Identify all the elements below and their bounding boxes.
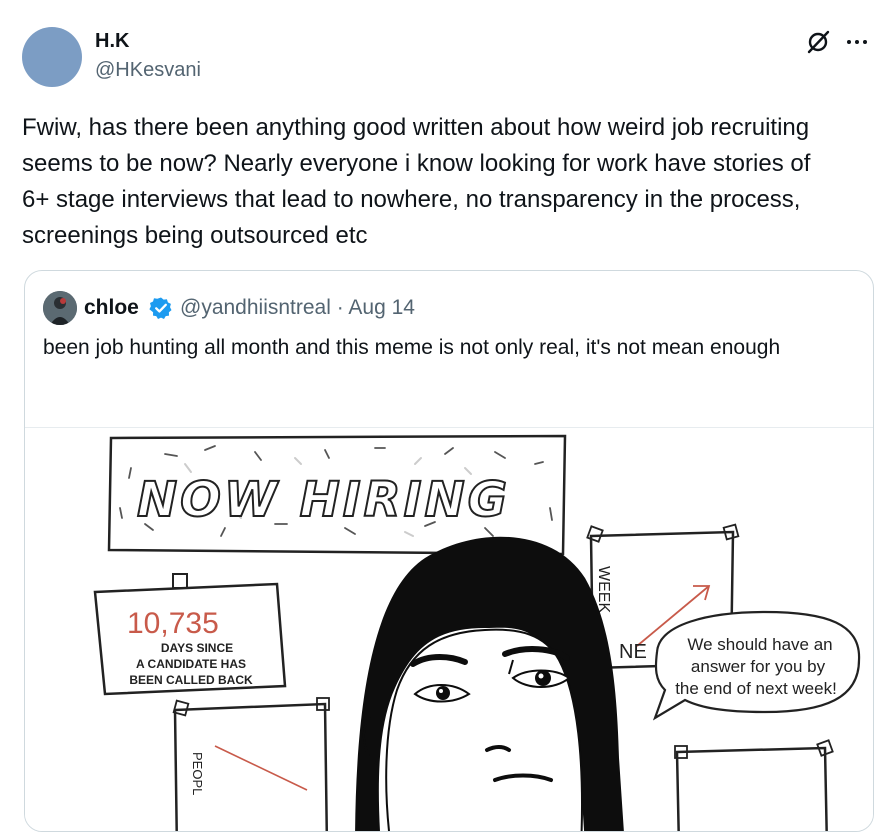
quote-author-name[interactable]: chloe	[84, 295, 139, 321]
svg-text:We should have an: We should have an	[687, 635, 832, 654]
meme-image[interactable]: NOW HIRING 10,735 DAYS SINCE A CANDIDATE…	[25, 427, 873, 831]
grok-icon[interactable]	[804, 28, 832, 56]
quote-author-avatar[interactable]	[43, 291, 77, 325]
svg-text:NE: NE	[619, 641, 647, 663]
speech-bubble: We should have an answer for you by the …	[652, 610, 861, 721]
author-handle[interactable]: @HKesvani	[95, 58, 201, 82]
svg-text:10,735: 10,735	[127, 607, 219, 640]
now-hiring-text: NOW HIRING	[137, 472, 510, 528]
quote-text: been job hunting all month and this meme…	[43, 336, 781, 359]
svg-text:PEOPL: PEOPL	[190, 752, 205, 795]
verified-badge-icon	[149, 297, 172, 319]
svg-text:BEEN CALLED BACK: BEEN CALLED BACK	[129, 673, 253, 687]
quoted-tweet[interactable]: chloe @yandhiisntreal · Aug 14 been job …	[24, 270, 874, 832]
chart-poster-bottom: PEOPL	[172, 697, 330, 831]
svg-text:the end of next week!: the end of next week!	[675, 679, 837, 698]
svg-text:answer for you by: answer for you by	[691, 657, 826, 676]
chart-poster-small	[674, 739, 834, 831]
now-hiring-banner: NOW HIRING	[107, 434, 567, 556]
days-since-sign: 10,735 DAYS SINCE A CANDIDATE HAS BEEN C…	[93, 573, 287, 696]
svg-text:A CANDIDATE HAS: A CANDIDATE HAS	[136, 657, 246, 671]
tweet-text: Fwiw, has there been anything good writt…	[22, 114, 811, 249]
svg-text:DAYS SINCE: DAYS SINCE	[161, 641, 233, 655]
author-avatar[interactable]	[22, 27, 82, 87]
more-icon[interactable]	[843, 28, 871, 56]
quote-author-handle-date[interactable]: @yandhiisntreal · Aug 14	[180, 295, 415, 321]
author-name[interactable]: H.K	[95, 29, 129, 53]
interviewer-drawing	[355, 536, 624, 831]
